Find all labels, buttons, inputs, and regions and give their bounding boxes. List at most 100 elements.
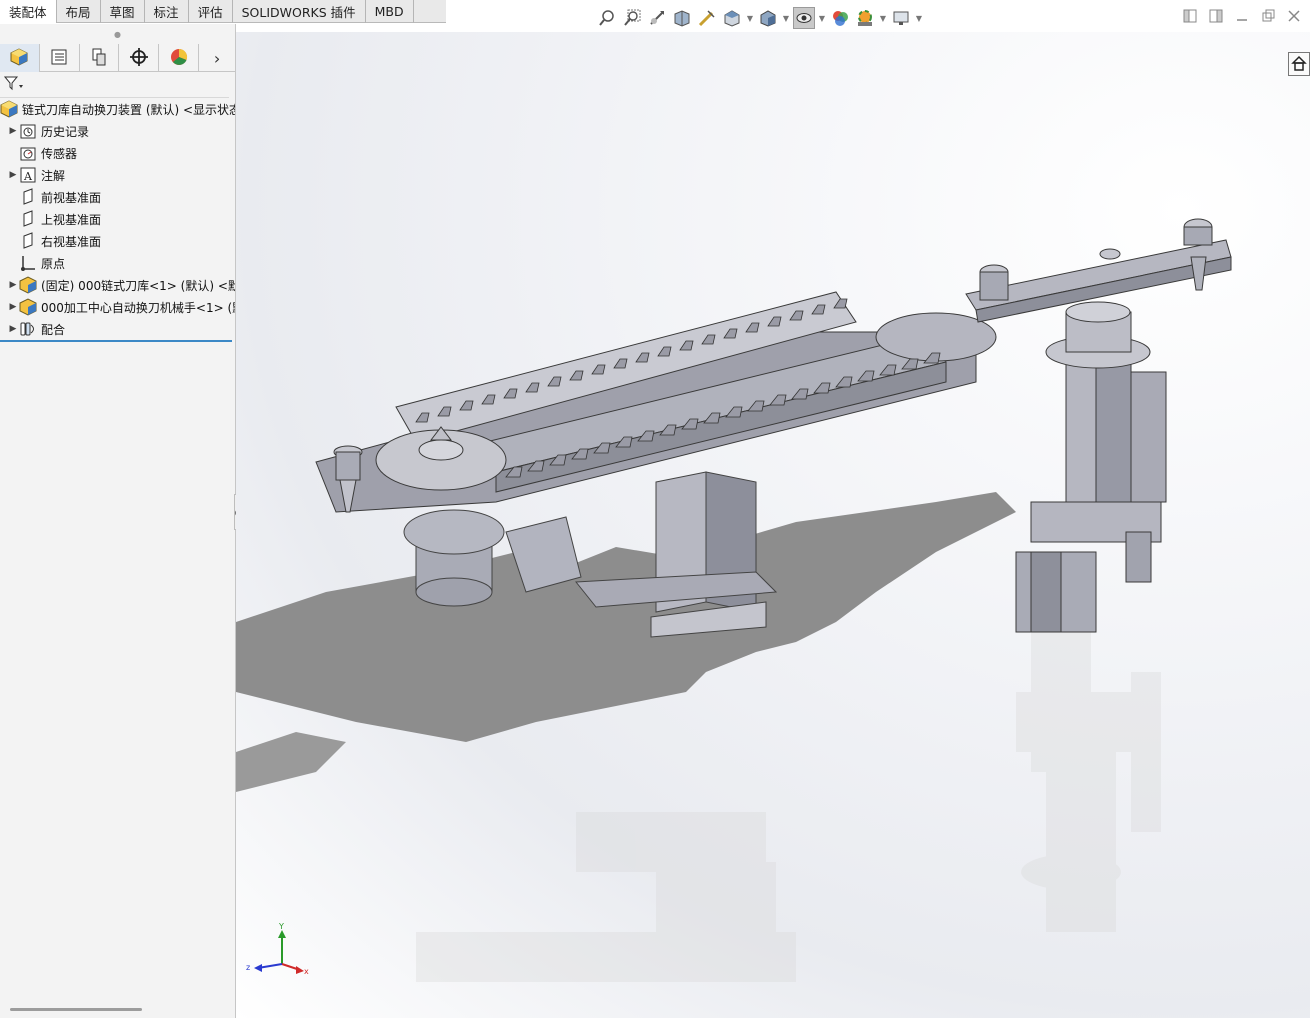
expand-arrow-icon[interactable]: ▶ <box>7 302 19 312</box>
tree-item-label: 前视基准面 <box>41 190 102 205</box>
tree-item-mates[interactable]: ▶ 配合 <box>0 318 235 340</box>
tree-item-sensors[interactable]: 传感器 <box>0 142 235 164</box>
view-settings-icon[interactable] <box>890 7 912 29</box>
tree-item-label: 000加工中心自动换刀机械手<1> (默 <box>41 300 235 315</box>
home-icon <box>1291 55 1307 74</box>
configuration-manager-icon <box>89 47 109 70</box>
home-view-button[interactable] <box>1288 52 1310 76</box>
hide-show-items-icon[interactable] <box>793 7 815 29</box>
crosshair-icon <box>129 47 149 70</box>
feature-tree: 链式刀库自动换刀装置 (默认) <显示状态 ▶ 历史记录 传感器 ▶ A 注解 … <box>0 98 235 342</box>
configuration-manager-tab[interactable] <box>80 44 120 72</box>
assembly-model-render <box>236 218 1232 982</box>
model-shadow <box>236 492 1016 792</box>
annotations-icon: A <box>19 166 37 184</box>
expand-arrow-icon[interactable]: ▶ <box>7 324 19 334</box>
tile-right-icon[interactable] <box>1206 6 1226 26</box>
triad-y-label: Y <box>278 922 284 931</box>
property-manager-icon <box>49 47 69 70</box>
expand-arrow-icon[interactable]: ▶ <box>7 280 19 290</box>
tab-evaluate[interactable]: 评估 <box>189 0 233 23</box>
chevron-down-icon[interactable]: ▼ <box>746 7 754 29</box>
solidworks-window: 装配体 布局 草图 标注 评估 SOLIDWORKS 插件 MBD ▼ ▼ ▼ … <box>0 0 1310 1018</box>
chevron-down-icon[interactable]: ▼ <box>782 7 790 29</box>
origin-icon <box>19 254 37 272</box>
previous-view-icon[interactable] <box>646 7 668 29</box>
tile-left-icon[interactable] <box>1180 6 1200 26</box>
expand-arrow-icon[interactable]: ▶ <box>7 170 19 180</box>
chevron-down-icon[interactable]: ▼ <box>915 7 923 29</box>
section-view-icon[interactable] <box>671 7 693 29</box>
tree-item-front-plane[interactable]: 前视基准面 <box>0 186 235 208</box>
part-icon <box>19 298 37 316</box>
reference-triad: Y x z <box>246 922 309 976</box>
tree-item-origin[interactable]: 原点 <box>0 252 235 274</box>
filter-icon <box>3 75 24 94</box>
dimxpert-manager-tab[interactable] <box>119 44 160 72</box>
chevron-right-icon[interactable]: › <box>199 44 235 72</box>
close-icon[interactable] <box>1284 6 1304 26</box>
triad-x-label: x <box>304 967 309 976</box>
window-controls <box>1180 6 1304 26</box>
tree-rollback-bar[interactable] <box>0 340 232 342</box>
tab-mbd[interactable]: MBD <box>366 0 414 23</box>
triad-z-label: z <box>246 963 250 972</box>
history-icon <box>19 122 37 140</box>
tab-layout[interactable]: 布局 <box>57 0 101 23</box>
display-manager-icon <box>169 47 189 70</box>
plane-icon <box>19 210 37 228</box>
horizontal-scrollbar[interactable] <box>10 1008 142 1011</box>
dynamic-annotation-icon[interactable] <box>696 7 718 29</box>
property-manager-tab[interactable] <box>40 44 80 72</box>
tree-item-tool-magazine[interactable]: ▶ (固定) 000链式刀库<1> (默认) <默 <box>0 274 235 296</box>
tree-root-assembly[interactable]: 链式刀库自动换刀装置 (默认) <显示状态 <box>0 98 235 120</box>
feature-manager-tab[interactable] <box>0 44 40 72</box>
graphics-viewport[interactable]: Y x z <box>236 32 1310 1018</box>
tree-item-label: (固定) 000链式刀库<1> (默认) <默 <box>41 278 235 293</box>
zoom-to-fit-icon[interactable] <box>596 7 618 29</box>
svg-text:A: A <box>23 170 33 183</box>
plane-icon <box>19 188 37 206</box>
chevron-down-icon[interactable]: ▼ <box>818 7 826 29</box>
zoom-to-area-icon[interactable] <box>621 7 643 29</box>
sensor-icon <box>19 144 37 162</box>
tab-solidworks-addins[interactable]: SOLIDWORKS 插件 <box>233 0 366 23</box>
panel-tabs: › <box>0 44 235 72</box>
expand-arrow-icon[interactable]: ▶ <box>7 126 19 136</box>
edit-appearance-icon[interactable] <box>829 7 851 29</box>
tree-item-top-plane[interactable]: 上视基准面 <box>0 208 235 230</box>
panel-grip[interactable]: ● <box>0 24 235 44</box>
chain-magazine <box>315 291 997 513</box>
tree-item-label: 配合 <box>41 322 66 337</box>
tree-item-annotations[interactable]: ▶ A 注解 <box>0 164 235 186</box>
mates-icon <box>19 320 37 338</box>
chevron-down-icon[interactable]: ▼ <box>879 7 887 29</box>
tree-filter[interactable] <box>0 72 229 98</box>
tree-item-label: 原点 <box>41 256 66 271</box>
tree-item-history[interactable]: ▶ 历史记录 <box>0 120 235 142</box>
tree-item-tool-changer-arm[interactable]: ▶ 000加工中心自动换刀机械手<1> (默 <box>0 296 235 318</box>
command-manager-tabs: 装配体 布局 草图 标注 评估 SOLIDWORKS 插件 MBD <box>0 0 446 23</box>
feature-manager-icon <box>9 47 29 70</box>
tree-root-label: 链式刀库自动换刀装置 (默认) <显示状态 <box>22 102 235 117</box>
part-icon <box>19 276 37 294</box>
display-style-icon[interactable] <box>757 7 779 29</box>
feature-manager-panel: ● › 链式刀库自动换刀装置 (默认) <显示状态 ▶ 历史记录 传感器 ▶ A… <box>0 24 236 1018</box>
tree-item-label: 右视基准面 <box>41 234 102 249</box>
tool-changer-column <box>1015 301 1167 633</box>
view-orientation-icon[interactable] <box>721 7 743 29</box>
minimize-icon[interactable] <box>1232 6 1252 26</box>
assembly-icon <box>0 100 18 118</box>
tab-assembly[interactable]: 装配体 <box>0 0 57 23</box>
tree-item-label: 传感器 <box>41 146 78 161</box>
heads-up-view-toolbar: ▼ ▼ ▼ ▼ ▼ <box>596 4 923 32</box>
tree-item-right-plane[interactable]: 右视基准面 <box>0 230 235 252</box>
tab-markup[interactable]: 标注 <box>145 0 189 23</box>
tree-item-label: 注解 <box>41 168 66 183</box>
apply-scene-icon[interactable] <box>854 7 876 29</box>
restore-icon[interactable] <box>1258 6 1278 26</box>
tree-item-label: 历史记录 <box>41 124 90 139</box>
tree-item-label: 上视基准面 <box>41 212 102 227</box>
tab-sketch[interactable]: 草图 <box>101 0 145 23</box>
display-manager-tab[interactable] <box>159 44 200 72</box>
